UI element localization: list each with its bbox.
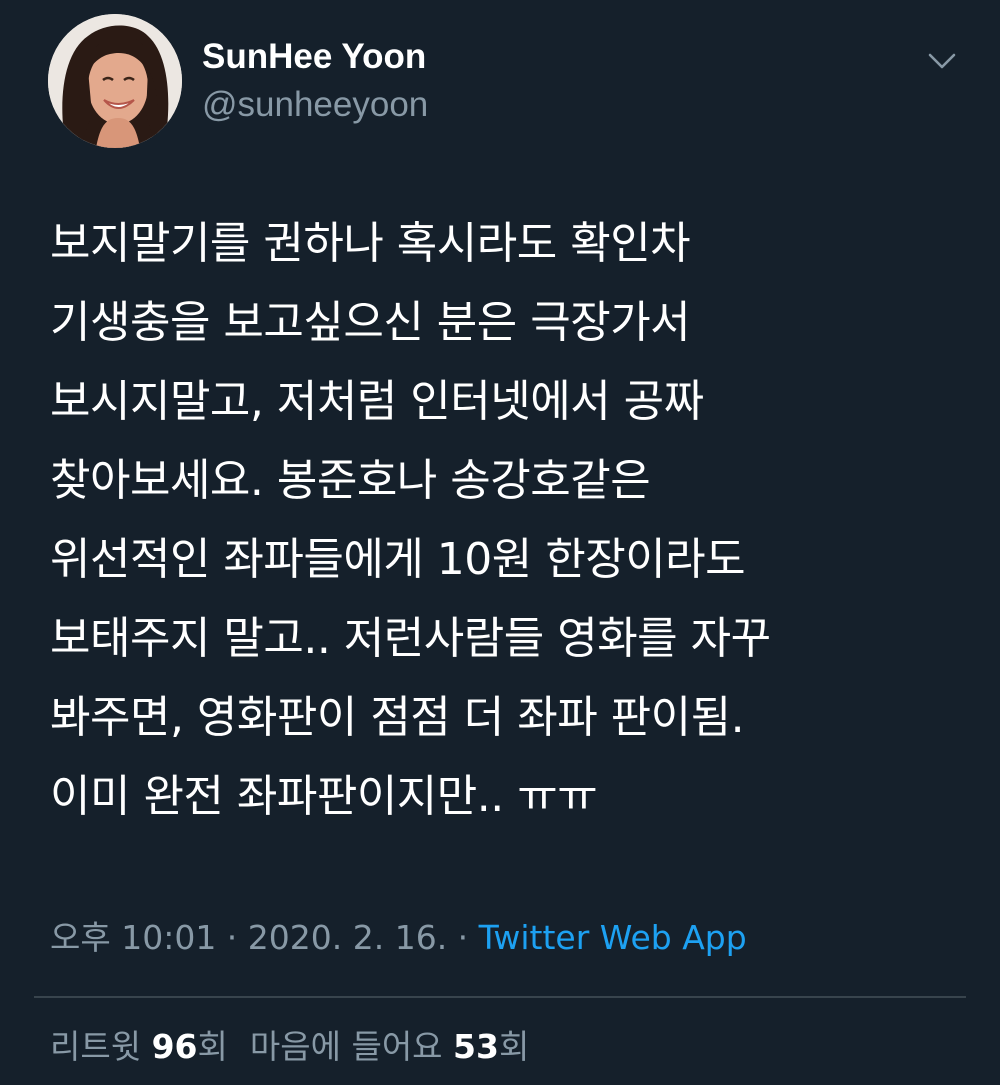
author-avatar[interactable] xyxy=(48,14,182,148)
tweet-stats: 리트윗 96회 마음에 들어요 53회 xyxy=(50,1024,529,1070)
chevron-down-icon xyxy=(928,53,956,69)
retweet-label: 리트윗 xyxy=(50,1027,152,1066)
tweet-text-line: 위선적인 좌파들에게 10원 한장이라도 xyxy=(50,534,746,585)
retweet-stat[interactable]: 리트윗 96회 xyxy=(50,1027,228,1066)
tweet-menu-button[interactable] xyxy=(922,44,962,78)
tweet-detail: SunHee Yoon @sunheeyoon 보지말기를 권하나 혹시라도 확… xyxy=(0,0,1000,1085)
tweet-text: 보지말기를 권하나 혹시라도 확인차 기생충을 보고싶으신 분은 극장가서 보시… xyxy=(50,204,950,836)
like-label: 마음에 들어요 xyxy=(249,1027,454,1066)
author-handle[interactable]: @sunheeyoon xyxy=(202,84,428,126)
like-count: 53 xyxy=(453,1027,499,1066)
like-suffix: 회 xyxy=(498,1027,530,1066)
profile-photo-icon xyxy=(48,14,182,148)
tweet-text-line: 보태주지 말고.. 저런사람들 영화를 자꾸 xyxy=(50,613,771,664)
author-display-name[interactable]: SunHee Yoon xyxy=(202,36,426,78)
tweet-text-line: 봐주면, 영화판이 점점 더 좌파 판이됨. xyxy=(50,692,745,743)
tweet-text-line: 이미 완전 좌파판이지만.. ㅠㅠ xyxy=(50,771,598,822)
tweet-source-link[interactable]: Twitter Web App xyxy=(479,918,747,957)
tweet-metadata: 오후 10:01 · 2020. 2. 16. · Twitter Web Ap… xyxy=(50,915,747,961)
like-stat[interactable]: 마음에 들어요 53회 xyxy=(250,1027,529,1066)
tweet-timestamp[interactable]: 오후 10:01 · 2020. 2. 16. · xyxy=(50,918,479,957)
tweet-text-line: 보시지말고, 저처럼 인터넷에서 공짜 xyxy=(50,376,704,427)
retweet-suffix: 회 xyxy=(197,1027,228,1066)
tweet-text-line: 기생충을 보고싶으신 분은 극장가서 xyxy=(50,297,691,348)
retweet-count: 96 xyxy=(151,1027,198,1066)
tweet-text-line: 보지말기를 권하나 혹시라도 확인차 xyxy=(50,218,691,269)
tweet-text-line: 찾아보세요. 봉준호나 송강호같은 xyxy=(50,455,651,506)
divider xyxy=(34,996,966,998)
